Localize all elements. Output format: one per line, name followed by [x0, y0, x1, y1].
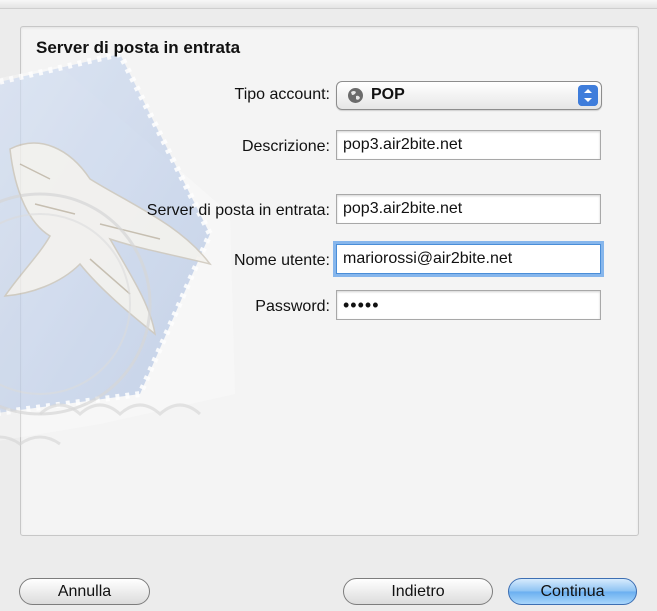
username-field[interactable]: mariorossi@air2bite.net [336, 244, 601, 274]
account-type-label: Tipo account: [234, 86, 330, 103]
username-label: Nome utente: [233, 252, 330, 269]
password-field[interactable]: ••••• [336, 290, 601, 320]
account-type-value: POP [371, 86, 405, 103]
section-title: Server di posta in entrata [36, 38, 241, 57]
incoming-server-field[interactable]: pop3.air2bite.net [336, 194, 601, 224]
description-field[interactable]: pop3.air2bite.net [336, 130, 601, 160]
updown-arrows-icon [578, 85, 598, 106]
account-type-popup[interactable]: POP [336, 81, 602, 110]
back-button[interactable]: Indietro [343, 578, 493, 605]
description-label: Descrizione: [241, 138, 330, 155]
cancel-button[interactable]: Annulla [19, 578, 150, 605]
globe-icon [348, 88, 363, 103]
continue-button[interactable]: Continua [508, 578, 637, 605]
incoming-server-label: Server di posta in entrata: [146, 202, 330, 219]
password-label: Password: [255, 298, 330, 315]
